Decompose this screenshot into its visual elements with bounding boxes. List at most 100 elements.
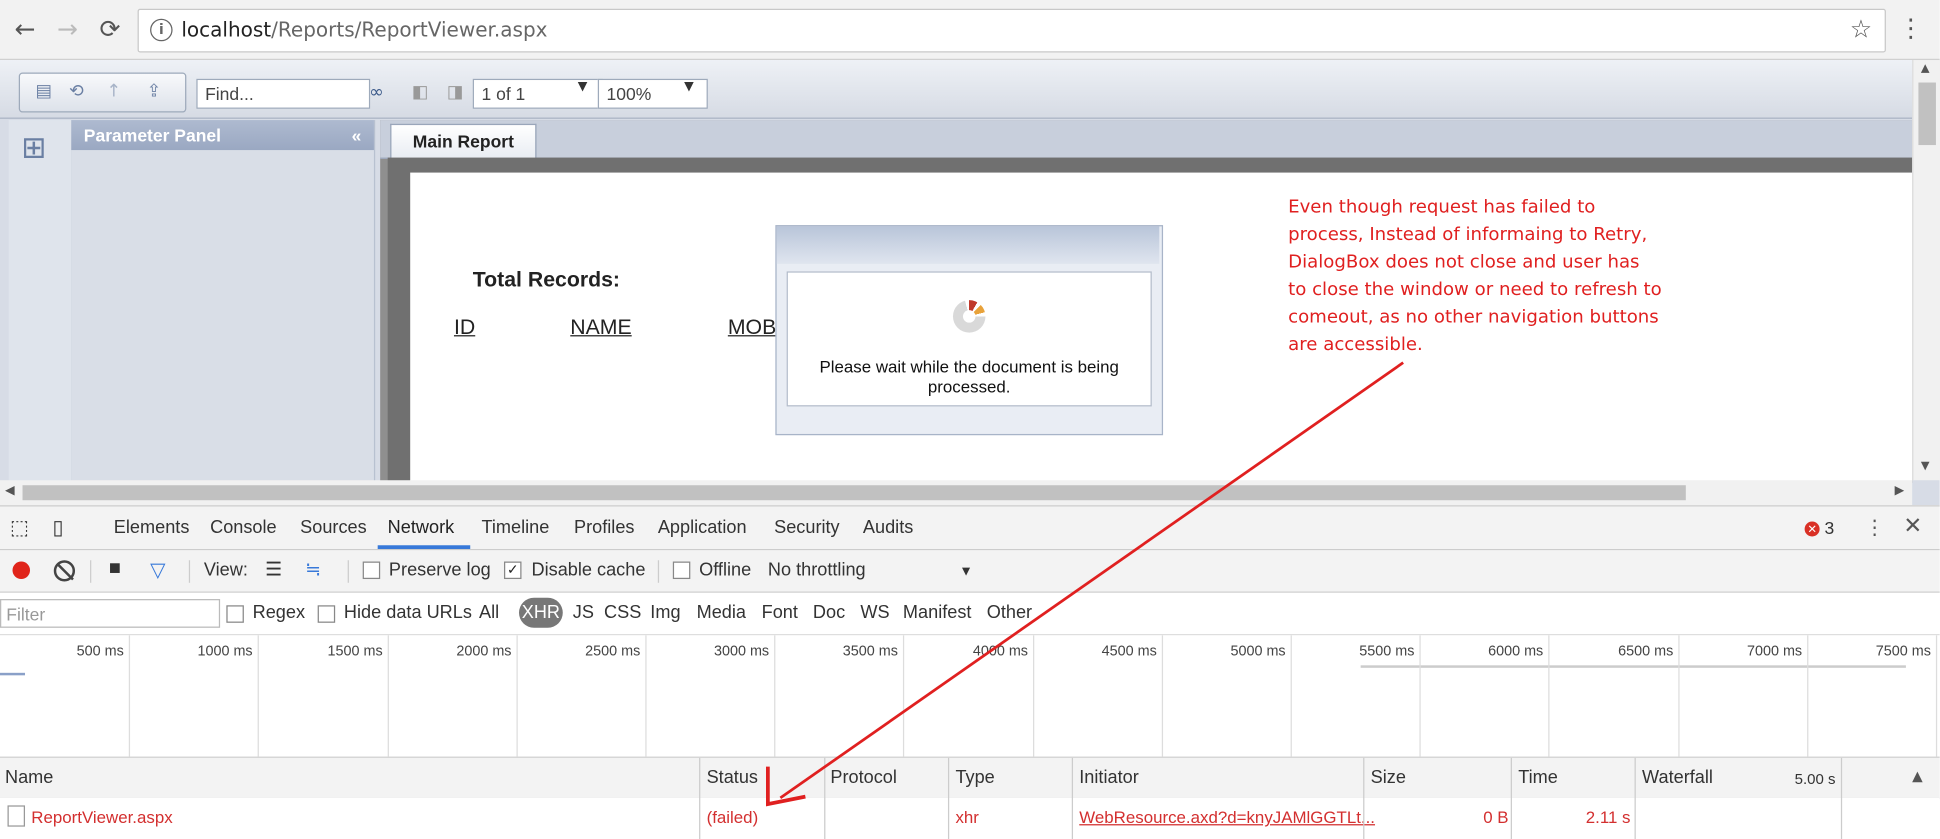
- network-overview-timeline[interactable]: 500 ms 1000 ms 1500 ms 2000 ms 2500 ms 3000 m…: [0, 635, 1940, 758]
- overview-waterfall-icon[interactable]: ≒: [305, 558, 321, 580]
- url-text[interactable]: localhost/Reports/ReportViewer.aspx: [181, 18, 547, 42]
- request-initiator-link[interactable]: WebResource.axd?d=knyJAMlGGTLt...: [1079, 808, 1375, 827]
- tab-profiles[interactable]: Profiles: [574, 518, 634, 538]
- record-icon[interactable]: [12, 561, 31, 580]
- hide-data-urls-checkbox[interactable]: [317, 605, 336, 623]
- column-name[interactable]: Name: [5, 768, 53, 788]
- large-request-rows-icon[interactable]: ☰: [265, 558, 282, 580]
- first-page-icon[interactable]: ◧: [409, 83, 432, 103]
- column-time[interactable]: Time: [1518, 768, 1558, 788]
- filter-funnel-icon[interactable]: ▽: [150, 558, 165, 583]
- filter-type-img[interactable]: Img: [650, 603, 680, 623]
- column-size[interactable]: Size: [1371, 768, 1406, 788]
- scroll-down-arrow-icon[interactable]: ▼: [1921, 460, 1930, 473]
- column-divider: [1071, 757, 1074, 839]
- column-type[interactable]: Type: [955, 768, 994, 788]
- export-icon[interactable]: ⇪: [143, 81, 166, 101]
- find-binoculars-icon[interactable]: ∞: [365, 83, 388, 103]
- sort-arrow-icon[interactable]: ▲: [1912, 768, 1923, 784]
- filter-type-js[interactable]: JS: [573, 603, 594, 623]
- filter-input[interactable]: Filter: [0, 599, 221, 628]
- timeline-gridline: [516, 635, 518, 757]
- filter-type-media[interactable]: Media: [697, 603, 746, 623]
- filter-type-doc[interactable]: Doc: [813, 603, 845, 623]
- filter-type-xhr[interactable]: XHR: [518, 597, 563, 628]
- tab-main-report[interactable]: Main Report: [390, 123, 537, 159]
- column-header-id[interactable]: ID: [454, 315, 475, 340]
- timeline-gridline: [1548, 635, 1550, 757]
- filter-type-all[interactable]: All: [479, 603, 499, 623]
- clear-icon[interactable]: [53, 560, 76, 582]
- parameter-panel-title: Parameter Panel: [83, 125, 222, 146]
- tab-console[interactable]: Console: [210, 518, 277, 538]
- page-dropdown-arrow-icon[interactable]: ▼: [578, 80, 588, 94]
- tab-audits[interactable]: Audits: [863, 518, 913, 538]
- throttling-select[interactable]: No throttling: [768, 560, 866, 580]
- document-map-tree-icon[interactable]: ⊞: [21, 130, 46, 165]
- toolbar-divider: [657, 560, 660, 583]
- vertical-scrollbar[interactable]: ▲ ▼: [1912, 60, 1940, 481]
- reload-icon[interactable]: ⟳: [93, 11, 128, 46]
- collapse-panel-icon[interactable]: «: [352, 120, 362, 150]
- tab-elements[interactable]: Elements: [114, 518, 190, 538]
- toolbar-divider: [347, 560, 349, 583]
- horizontal-scrollbar[interactable]: ◀ ▶: [0, 480, 1913, 506]
- column-protocol[interactable]: Protocol: [830, 768, 897, 788]
- throttling-dropdown-arrow-icon[interactable]: ▼: [959, 564, 973, 579]
- request-name[interactable]: ReportViewer.aspx: [31, 808, 172, 827]
- browser-menu-icon[interactable]: ⋮: [1898, 13, 1923, 43]
- tab-network[interactable]: Network: [388, 518, 455, 538]
- forward-arrow-icon[interactable]: →: [50, 11, 85, 46]
- bookmark-star-icon[interactable]: ☆: [1850, 14, 1872, 44]
- devtools-panel: ⬚ ▯ Elements Console Sources Network Tim…: [0, 505, 1940, 839]
- scroll-right-arrow-icon[interactable]: ▶: [1895, 484, 1905, 498]
- site-info-icon[interactable]: i: [150, 18, 173, 42]
- filter-type-css[interactable]: CSS: [604, 603, 641, 623]
- filter-type-font[interactable]: Font: [762, 603, 798, 623]
- column-divider: [947, 757, 950, 839]
- column-waterfall[interactable]: Waterfall: [1642, 768, 1713, 788]
- scroll-up-arrow-icon[interactable]: ▲: [1921, 63, 1930, 76]
- timeline-tick-label: 1500 ms: [327, 644, 383, 660]
- tab-timeline[interactable]: Timeline: [481, 518, 549, 538]
- tab-security[interactable]: Security: [774, 518, 840, 538]
- timeline-tick-label: 5000 ms: [1230, 644, 1286, 660]
- close-devtools-icon[interactable]: ✕: [1903, 513, 1922, 539]
- column-header-mob[interactable]: MOB: [728, 315, 776, 340]
- refresh-icon[interactable]: ⟲: [65, 81, 88, 101]
- horizontal-scrollbar-thumb[interactable]: [22, 485, 1686, 501]
- find-input[interactable]: Find...: [196, 78, 371, 109]
- zoom-dropdown-arrow-icon[interactable]: ▼: [684, 80, 694, 94]
- tab-sources[interactable]: Sources: [300, 518, 367, 538]
- column-initiator[interactable]: Initiator: [1079, 768, 1138, 788]
- column-status[interactable]: Status: [707, 768, 758, 788]
- offline-checkbox[interactable]: [672, 561, 691, 580]
- regex-checkbox[interactable]: [226, 605, 244, 623]
- filter-type-manifest[interactable]: Manifest: [903, 603, 972, 623]
- filter-type-other[interactable]: Other: [987, 603, 1032, 623]
- timeline-tick-label: 500 ms: [76, 644, 124, 660]
- print-icon[interactable]: ▤: [33, 81, 56, 101]
- address-bar[interactable]: i localhost/Reports/ReportViewer.aspx ☆: [137, 8, 1886, 53]
- scroll-left-arrow-icon[interactable]: ◀: [5, 484, 15, 498]
- disable-cache-checkbox[interactable]: ✓: [503, 561, 522, 580]
- device-toolbar-icon[interactable]: ▯: [53, 515, 64, 540]
- capture-screenshots-icon[interactable]: ■: [109, 558, 121, 581]
- filter-type-ws[interactable]: WS: [860, 603, 889, 623]
- timeline-gridline: [387, 635, 389, 757]
- vertical-scrollbar-thumb[interactable]: [1918, 82, 1936, 146]
- loading-spinner-icon: [952, 300, 986, 333]
- devtools-menu-icon[interactable]: ⋮: [1865, 515, 1885, 539]
- parent-report-icon[interactable]: ↑: [103, 81, 126, 101]
- timeline-tick-label: 7000 ms: [1746, 644, 1803, 660]
- column-header-name[interactable]: NAME: [570, 315, 631, 340]
- table-row[interactable]: ReportViewer.aspx (failed) xhr WebResour…: [0, 797, 1940, 836]
- inspect-element-icon[interactable]: ⬚: [10, 515, 29, 540]
- error-counter[interactable]: ✕ 3: [1804, 518, 1834, 538]
- timeline-tick-label: 3000 ms: [713, 644, 770, 660]
- back-arrow-icon[interactable]: ←: [8, 11, 43, 46]
- preserve-log-checkbox[interactable]: [362, 561, 381, 580]
- tab-application[interactable]: Application: [658, 518, 747, 538]
- previous-page-icon[interactable]: ◨: [444, 83, 467, 103]
- timeline-gridline: [902, 635, 905, 757]
